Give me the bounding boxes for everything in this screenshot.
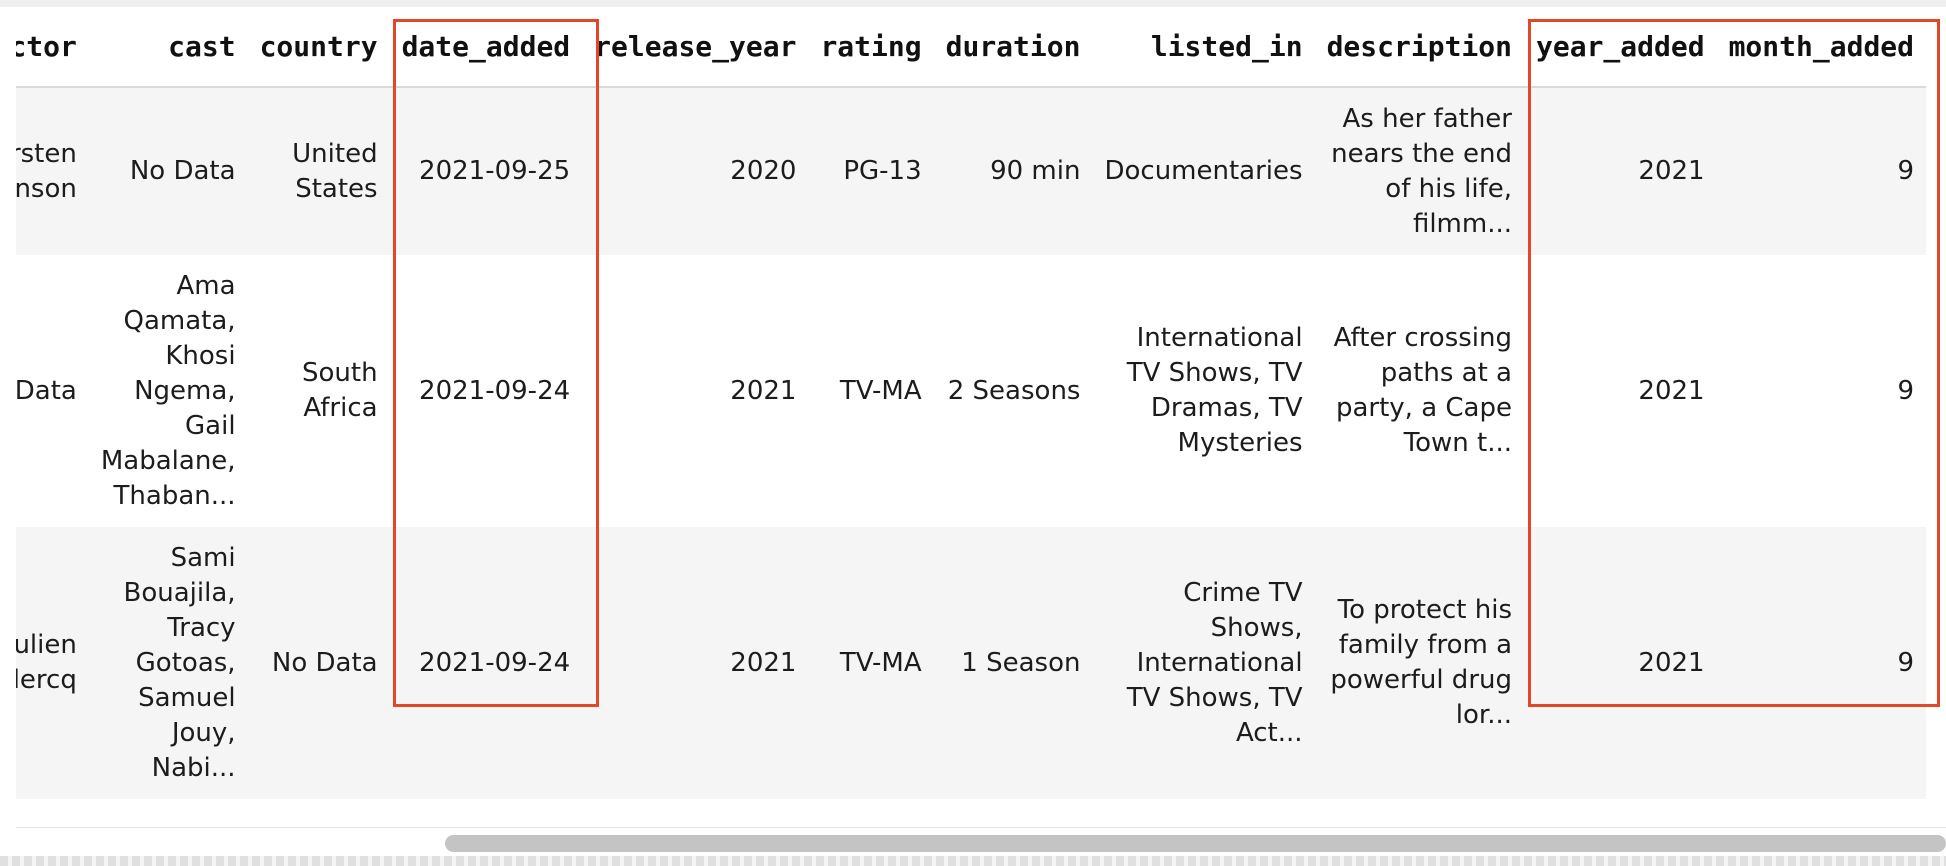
table-row: Julien Leclercq Sami Bouajila, Tracy Got… — [16, 527, 1927, 799]
cell-month-added: 9 — [1717, 527, 1926, 799]
table-row: Kirsten Johnson No Data United States 20… — [16, 87, 1927, 255]
dataframe-table: director cast country date_added release… — [16, 7, 1927, 799]
cell-value: 2021-09-25 — [419, 156, 571, 186]
cell-year-added: 2021 — [1524, 527, 1717, 799]
dataframe-output: director cast country date_added release… — [16, 7, 1946, 799]
cell-value: 2021 — [1638, 375, 1705, 406]
cell-listed-in: International TV Shows, TV Dramas, TV My… — [1092, 255, 1314, 527]
cell-value: Julien Leclercq — [16, 630, 77, 695]
cell-duration: 2 Seasons — [934, 255, 1093, 527]
cell-country: No Data — [248, 527, 390, 799]
cell-value: TV-MA — [839, 647, 922, 678]
cell-listed-in: Documentaries — [1092, 87, 1314, 255]
table-row: No Data Ama Qamata, Khosi Ngema, Gail Ma… — [16, 255, 1927, 527]
cell-value: Documentaries — [1104, 156, 1303, 186]
cell-value: 2 Seasons — [947, 375, 1081, 406]
top-band — [0, 0, 1946, 7]
cell-listed-in: Crime TV Shows, International TV Shows, … — [1092, 527, 1314, 799]
cell-date-added: 2021-09-25 — [390, 87, 583, 255]
cell-value: After crossing paths at a party, a Cape … — [1333, 323, 1512, 458]
cell-value: International TV Shows, TV Dramas, TV My… — [1126, 323, 1303, 458]
column-header-director[interactable]: director — [16, 7, 89, 88]
cell-duration: 1 Season — [934, 527, 1093, 799]
cell-date-added: 2021-09-24 — [390, 255, 583, 527]
output-bottom-edge — [0, 856, 1946, 866]
cell-value: 2020 — [730, 156, 797, 186]
cell-value: PG-13 — [843, 156, 922, 186]
cell-release-year: 2021 — [582, 527, 808, 799]
cell-release-year: 2021 — [582, 255, 808, 527]
cell-rating: TV-MA — [808, 255, 933, 527]
cell-description: To protect his family from a powerful dr… — [1315, 527, 1524, 799]
cell-value: 2021 — [730, 375, 797, 406]
cell-month-added: 9 — [1717, 255, 1926, 527]
cell-cast: Ama Qamata, Khosi Ngema, Gail Mabalane, … — [89, 255, 248, 527]
cell-description: After crossing paths at a party, a Cape … — [1315, 255, 1524, 527]
cell-country: United States — [248, 87, 390, 255]
cell-director: Julien Leclercq — [16, 527, 89, 799]
horizontal-scrollbar-thumb[interactable] — [445, 835, 1946, 852]
cell-value: To protect his family from a powerful dr… — [1330, 595, 1512, 730]
cell-cast: No Data — [89, 87, 248, 255]
column-header-month-added[interactable]: month_added — [1716, 7, 1927, 88]
cell-value: United States — [292, 138, 378, 204]
cell-value: No Data — [271, 647, 378, 678]
cell-rating: PG-13 — [808, 87, 933, 255]
column-header-country[interactable]: country — [247, 7, 390, 88]
cell-value: 9 — [1897, 647, 1915, 678]
column-header-description[interactable]: description — [1314, 7, 1524, 88]
column-header-year-added[interactable]: year_added — [1524, 7, 1717, 88]
column-header-cast[interactable]: cast — [88, 7, 248, 88]
cell-value: South Africa — [302, 358, 378, 423]
cell-value: 2021-09-24 — [419, 375, 571, 406]
cell-value: 9 — [1897, 375, 1915, 406]
header-row: director cast country date_added release… — [16, 7, 1927, 88]
cell-director: No Data — [16, 255, 89, 527]
cell-value: 2021 — [1638, 647, 1705, 678]
cell-month-added: 9 — [1717, 87, 1926, 255]
column-header-date-added[interactable]: date_added — [389, 7, 583, 88]
cell-value: 1 Season — [961, 647, 1081, 678]
cell-value: 2021 — [730, 647, 797, 678]
cell-country: South Africa — [248, 255, 390, 527]
column-header-rating[interactable]: rating — [808, 7, 934, 88]
cell-year-added: 2021 — [1524, 255, 1717, 527]
cell-value: 2021 — [1638, 156, 1705, 186]
cell-description: As her father nears the end of his life,… — [1315, 87, 1524, 255]
cell-release-year: 2020 — [582, 87, 808, 255]
cell-director: Kirsten Johnson — [16, 87, 89, 255]
cell-value: Crime TV Shows, International TV Shows, … — [1126, 577, 1303, 748]
cell-value: 2021-09-24 — [419, 647, 571, 678]
column-header-duration[interactable]: duration — [933, 7, 1093, 88]
cell-rating: TV-MA — [808, 527, 933, 799]
cell-value: 9 — [1897, 156, 1915, 186]
cell-value: Sami Bouajila, Tracy Gotoas, Samuel Jouy… — [123, 542, 236, 783]
cell-cast: Sami Bouajila, Tracy Gotoas, Samuel Jouy… — [89, 527, 248, 799]
cell-duration: 90 min — [934, 87, 1093, 255]
column-header-release-year[interactable]: release_year — [582, 7, 809, 88]
cell-value: Ama Qamata, Khosi Ngema, Gail Mabalane, … — [100, 270, 236, 511]
column-header-listed-in[interactable]: listed_in — [1092, 7, 1315, 88]
cell-value: No Data — [129, 156, 236, 186]
cell-value: 90 min — [990, 156, 1081, 186]
cell-value: Kirsten Johnson — [16, 138, 77, 204]
cell-date-added: 2021-09-24 — [390, 527, 583, 799]
cell-value: As her father nears the end of his life,… — [1331, 103, 1512, 239]
cell-year-added: 2021 — [1524, 87, 1717, 255]
cell-value: No Data — [16, 375, 77, 406]
cell-value: TV-MA — [839, 375, 922, 406]
